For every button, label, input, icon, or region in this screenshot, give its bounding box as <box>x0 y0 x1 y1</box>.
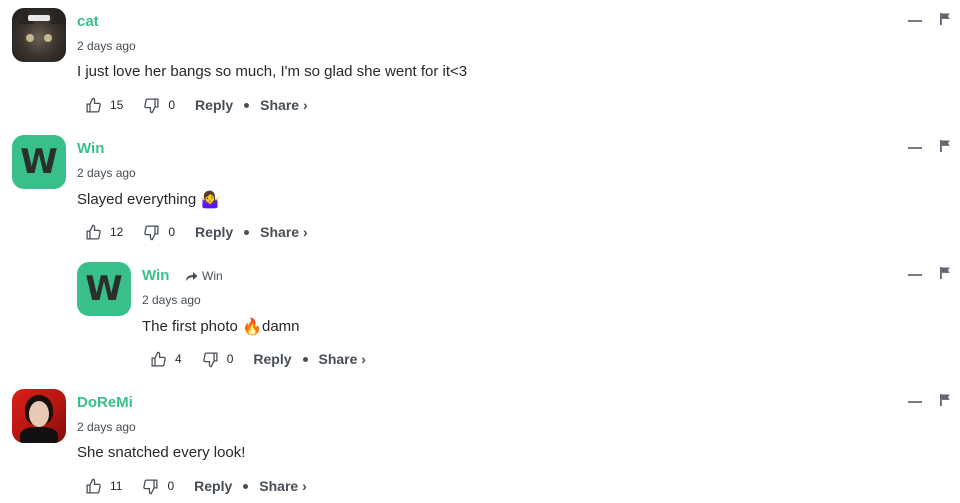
dislike-button[interactable]: 0 <box>143 224 175 241</box>
dislike-count: 0 <box>168 225 176 239</box>
flag-icon[interactable] <box>939 266 951 280</box>
avatar[interactable] <box>12 8 66 62</box>
like-button[interactable]: 4 <box>150 351 182 368</box>
reply-to[interactable]: Win <box>185 269 223 283</box>
like-button[interactable]: 11 <box>85 478 122 495</box>
reply-arrow-icon <box>185 271 198 282</box>
reply-win: W Win Win 2 days ago The first photo 🔥da… <box>0 254 960 379</box>
comment-author[interactable]: Win <box>142 267 169 284</box>
comment-timestamp: 2 days ago <box>77 39 136 53</box>
shrug-emoji: 🤷‍♀️ <box>200 192 221 209</box>
thumbs-down-icon <box>202 351 219 368</box>
comment-win: W Win 2 days ago Slayed everything 🤷‍♀️ … <box>0 127 960 252</box>
collapse-icon[interactable] <box>908 274 922 276</box>
comment-text-end: damn <box>261 318 300 335</box>
comment-text-wrap: The first photo 🔥damn <box>142 317 300 337</box>
comment-cat: cat 2 days ago I just love her bangs so … <box>0 0 960 125</box>
collapse-icon[interactable] <box>908 147 922 149</box>
thumbs-up-icon <box>85 97 102 114</box>
reply-to-name: Win <box>202 269 223 283</box>
share-button[interactable]: Share › <box>260 224 307 240</box>
separator-dot <box>244 102 250 108</box>
separator-dot <box>244 229 250 235</box>
comment-actions: 12 0 Reply Share › <box>85 222 308 242</box>
separator-dot <box>302 356 308 362</box>
thumbs-down-icon <box>142 478 159 495</box>
collapse-icon[interactable] <box>908 401 922 403</box>
flag-icon[interactable] <box>939 12 951 26</box>
reply-button[interactable]: Reply <box>194 478 232 494</box>
dislike-count: 0 <box>167 479 175 493</box>
comment-text: Slayed everything <box>77 191 197 208</box>
comment-actions: 15 0 Reply Share › <box>85 95 308 115</box>
like-count: 15 <box>110 98 124 112</box>
comment-timestamp: 2 days ago <box>142 293 201 307</box>
avatar[interactable]: W <box>77 262 131 316</box>
comment-author[interactable]: Win <box>77 140 104 157</box>
thumbs-up-icon <box>85 478 102 495</box>
comment-text: She snatched every look! <box>77 444 246 461</box>
dislike-button[interactable]: 0 <box>142 478 174 495</box>
share-button[interactable]: Share › <box>260 97 307 113</box>
thumbs-up-icon <box>150 351 167 368</box>
like-count: 11 <box>110 479 123 493</box>
dislike-count: 0 <box>226 352 234 366</box>
like-button[interactable]: 12 <box>85 224 123 241</box>
thumbs-up-icon <box>85 224 102 241</box>
dislike-count: 0 <box>168 98 176 112</box>
comment-actions: 11 0 Reply Share › <box>85 476 307 496</box>
flag-icon[interactable] <box>939 139 951 153</box>
collapse-icon[interactable] <box>908 20 922 22</box>
reply-button[interactable]: Reply <box>253 351 291 367</box>
comment-text-wrap: Slayed everything 🤷‍♀️ <box>77 190 220 210</box>
comment-actions: 4 0 Reply Share › <box>150 349 366 369</box>
dislike-button[interactable]: 0 <box>202 351 234 368</box>
like-count: 4 <box>175 352 182 366</box>
comment-text: The first photo <box>142 318 243 335</box>
share-button[interactable]: Share › <box>319 351 366 367</box>
fire-emoji: 🔥 <box>242 319 262 336</box>
comment-timestamp: 2 days ago <box>77 420 136 434</box>
reply-button[interactable]: Reply <box>195 97 233 113</box>
reply-button[interactable]: Reply <box>195 224 233 240</box>
share-button[interactable]: Share › <box>259 478 306 494</box>
thumbs-down-icon <box>143 97 160 114</box>
comment-text: I just love her bangs so much, I'm so gl… <box>77 63 468 80</box>
thumbs-down-icon <box>143 224 160 241</box>
flag-icon[interactable] <box>939 393 951 407</box>
avatar[interactable]: W <box>12 135 66 189</box>
comment-author[interactable]: DoReMi <box>77 394 133 411</box>
comment-doremi: DoReMi 2 days ago She snatched every loo… <box>0 381 960 503</box>
like-button[interactable]: 15 <box>85 97 123 114</box>
dislike-button[interactable]: 0 <box>143 97 175 114</box>
like-count: 12 <box>110 225 124 239</box>
comment-timestamp: 2 days ago <box>77 166 136 180</box>
separator-dot <box>243 483 249 489</box>
avatar[interactable] <box>12 389 66 443</box>
comment-author[interactable]: cat <box>77 13 99 30</box>
